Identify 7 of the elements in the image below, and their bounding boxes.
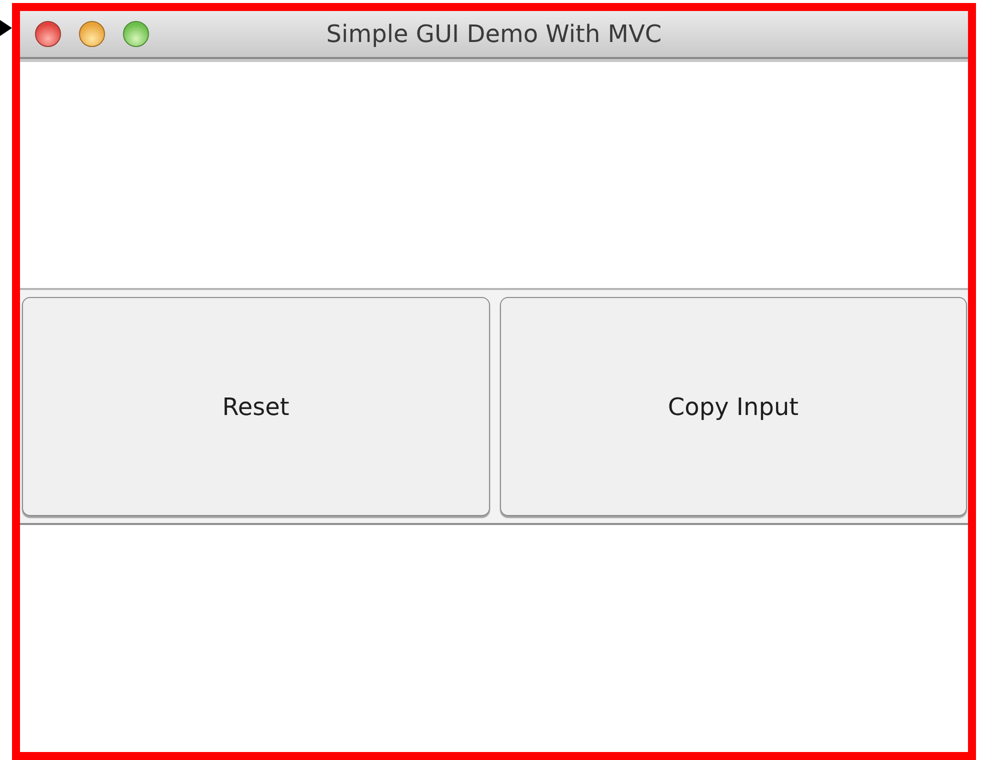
close-light-icon[interactable] [35,21,61,47]
action-button[interactable]: Copy Input [500,297,967,516]
minimize-light-icon[interactable] [79,21,105,47]
action-button[interactable]: Reset [22,297,490,516]
window-title: Simple GUI Demo With MVC [326,20,662,48]
zoom-light-icon[interactable] [123,21,149,47]
arrow-icon [0,20,12,36]
